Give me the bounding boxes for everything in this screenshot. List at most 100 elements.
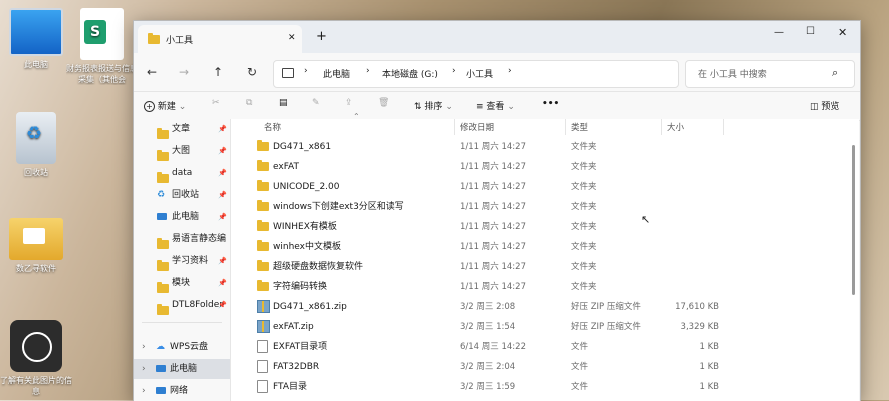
sidebar-item-label: WPS云盘	[170, 342, 209, 352]
new-tab-button[interactable]: +	[316, 29, 327, 44]
desktop-icon-recycle-bin[interactable]: ♻ 回收站	[0, 112, 72, 178]
desktop-icon-this-pc[interactable]: 此电脑	[0, 8, 72, 70]
table-row[interactable]: EXFAT目录项 6/14 周三 14:22 文件 1 KB	[231, 337, 831, 357]
file-icon-cell	[257, 377, 268, 397]
table-row[interactable]: windows下创建ext3分区和读写 1/11 周六 14:27 文件夹	[231, 197, 831, 217]
file-name: 字符编码转换	[273, 282, 328, 292]
file-modified: 1/11 周六 14:27	[460, 142, 526, 152]
table-row[interactable]: DG471_x861.zip 3/2 周三 2:08 好压 ZIP 压缩文件 17,6…	[231, 297, 831, 317]
sidebar-item-this-pc[interactable]: › 此电脑	[134, 359, 230, 379]
column-header-type[interactable]: 类型	[571, 119, 588, 137]
desktop-icon-label: 此电脑	[24, 60, 48, 69]
close-window-button[interactable]: ✕	[838, 26, 847, 39]
new-label: 新建	[157, 102, 176, 112]
table-row[interactable]: UNICODE_2.00 1/11 周六 14:27 文件夹	[231, 177, 831, 197]
sidebar-item-articles[interactable]: 文章 📌	[134, 119, 230, 139]
desktop-icon-finance-report[interactable]: S 财务报表报送与信息采集（其他会	[66, 8, 138, 85]
column-header-name[interactable]: 名称	[264, 119, 281, 137]
cut-icon[interactable]: ✂	[212, 98, 220, 108]
refresh-button[interactable]: ↻	[240, 60, 264, 84]
file-list: 名称 ⌃ 修改日期 类型 大小 DG471_x861 1/11 周六 14:27 文…	[231, 112, 859, 401]
folder-icon	[157, 260, 169, 271]
file-modified: 1/11 周六 14:27	[460, 182, 526, 192]
minimize-button[interactable]: —	[774, 27, 784, 38]
table-row[interactable]: winhex中文模板 1/11 周六 14:27 文件夹	[231, 237, 831, 257]
file-type: 文件	[571, 382, 589, 392]
paste-icon[interactable]: ▤	[279, 98, 288, 108]
file-icon-cell	[257, 137, 269, 157]
back-button[interactable]: ←	[140, 60, 164, 84]
chevron-right-icon: ›	[366, 66, 370, 76]
copy-icon[interactable]: ⧉	[246, 98, 252, 108]
more-options-button[interactable]: •••	[542, 99, 559, 109]
breadcrumb-small-tools[interactable]: 小工具	[466, 67, 493, 80]
sidebar-item-wps-cloud[interactable]: › ☁ WPS云盘	[134, 337, 230, 357]
file-icon-cell	[257, 217, 269, 237]
sidebar-item-data[interactable]: data 📌	[134, 163, 230, 183]
sidebar-item-modules[interactable]: 模块 📌	[134, 273, 230, 293]
vertical-scrollbar[interactable]	[852, 145, 855, 295]
desktop-icon-label: 了解有关此图片的信息	[0, 376, 72, 396]
chevron-right-icon: ›	[508, 66, 512, 76]
new-button[interactable]: + 新建 ⌄	[144, 99, 186, 112]
sidebar-item-label: 易语言静态编	[172, 234, 226, 244]
table-row[interactable]: exFAT.zip 3/2 周三 1:54 好压 ZIP 压缩文件 3,329 KB	[231, 317, 831, 337]
tab-small-tools[interactable]: 小工具 ✕	[138, 25, 302, 53]
file-modified: 3/2 周三 2:04	[460, 362, 516, 372]
search-box[interactable]: 在 小工具 中搜索 ⌕	[685, 60, 855, 88]
desktop-icon-image-info[interactable]: 了解有关此图片的信息	[0, 320, 72, 397]
table-row[interactable]: WINHEX有模板 1/11 周六 14:27 文件夹	[231, 217, 831, 237]
address-bar[interactable]: › 此电脑 › 本地磁盘 (G:) › 小工具 ›	[273, 60, 679, 88]
table-row[interactable]: DG471_x861 1/11 周六 14:27 文件夹	[231, 137, 831, 157]
file-name: exFAT	[273, 162, 300, 172]
view-button[interactable]: ≡ 查看 ⌄	[476, 99, 515, 112]
table-row[interactable]: 超级硬盘数据恢复软件 1/11 周六 14:27 文件夹	[231, 257, 831, 277]
table-row[interactable]: 字符编码转换 1/11 周六 14:27 文件夹	[231, 277, 831, 297]
table-row[interactable]: FTA目录 3/2 周三 1:59 文件 1 KB	[231, 377, 831, 397]
pin-icon: 📌	[218, 125, 227, 133]
sort-button[interactable]: ⇅ 排序 ⌄	[414, 99, 453, 112]
file-size: 1 KB	[699, 342, 719, 352]
forward-button[interactable]: →	[172, 60, 196, 84]
file-modified: 1/11 周六 14:27	[460, 282, 526, 292]
folder-icon	[257, 140, 269, 151]
sidebar-item-label: DTL8Folder	[172, 300, 223, 310]
desktop-icon-software-folder[interactable]: 数乙寻软件	[0, 218, 72, 274]
file-modified: 3/2 周三 1:59	[460, 382, 516, 392]
share-icon[interactable]: ⇪	[345, 98, 353, 108]
sidebar-item-easy-language[interactable]: 易语言静态编	[134, 229, 230, 249]
folder-icon	[157, 282, 169, 293]
file-icon-cell	[257, 157, 269, 177]
file-icon-cell	[257, 277, 269, 297]
column-divider	[565, 119, 566, 135]
navigation-bar: ← → ↑ ↻ › 此电脑 › 本地磁盘 (G:) › 小工具 › 在 小工具 …	[134, 53, 860, 92]
close-tab-icon[interactable]: ✕	[288, 33, 296, 43]
file-type: 文件	[571, 342, 589, 352]
column-header-size[interactable]: 大小	[667, 119, 684, 137]
column-header-modified[interactable]: 修改日期	[460, 119, 494, 137]
sort-up-icon: ⌃	[353, 112, 360, 121]
preview-button[interactable]: ◫ 预览	[810, 99, 839, 112]
delete-icon[interactable]: 🗑	[378, 98, 389, 108]
sidebar-item-big-pictures[interactable]: 大图 📌	[134, 141, 230, 161]
sidebar-item-network[interactable]: › 网络	[134, 381, 230, 401]
sidebar-item-label: 文章	[172, 124, 191, 134]
chevron-right-icon: ›	[142, 364, 146, 374]
table-row[interactable]: exFAT 1/11 周六 14:27 文件夹	[231, 157, 831, 177]
table-row[interactable]: FAT32DBR 3/2 周三 2:04 文件 1 KB	[231, 357, 831, 377]
file-size: 17,610 KB	[675, 302, 719, 312]
maximize-button[interactable]: ☐	[806, 26, 815, 37]
folder-icon	[157, 238, 169, 249]
sidebar-item-dtl8folder[interactable]: DTL8Folder 📌	[134, 295, 230, 315]
sidebar-item-this-pc-pinned[interactable]: 此电脑 📌	[134, 207, 230, 227]
file-explorer-window: 小工具 ✕ + — ☐ ✕ ← → ↑ ↻ › 此电脑 › 本地磁盘 (G:) …	[133, 20, 861, 401]
folder-icon	[257, 200, 269, 211]
sidebar-item-study-materials[interactable]: 学习资料 📌	[134, 251, 230, 271]
rename-icon[interactable]: ✎	[312, 98, 320, 108]
up-button[interactable]: ↑	[206, 60, 230, 84]
sidebar-item-recycle-bin[interactable]: ♻ 回收站 📌	[134, 185, 230, 205]
breadcrumb-local-disk[interactable]: 本地磁盘 (G:)	[382, 67, 438, 80]
file-name: EXFAT目录项	[273, 342, 328, 352]
breadcrumb-this-pc[interactable]: 此电脑	[323, 67, 350, 80]
search-input[interactable]: 在 小工具 中搜索	[698, 67, 767, 80]
